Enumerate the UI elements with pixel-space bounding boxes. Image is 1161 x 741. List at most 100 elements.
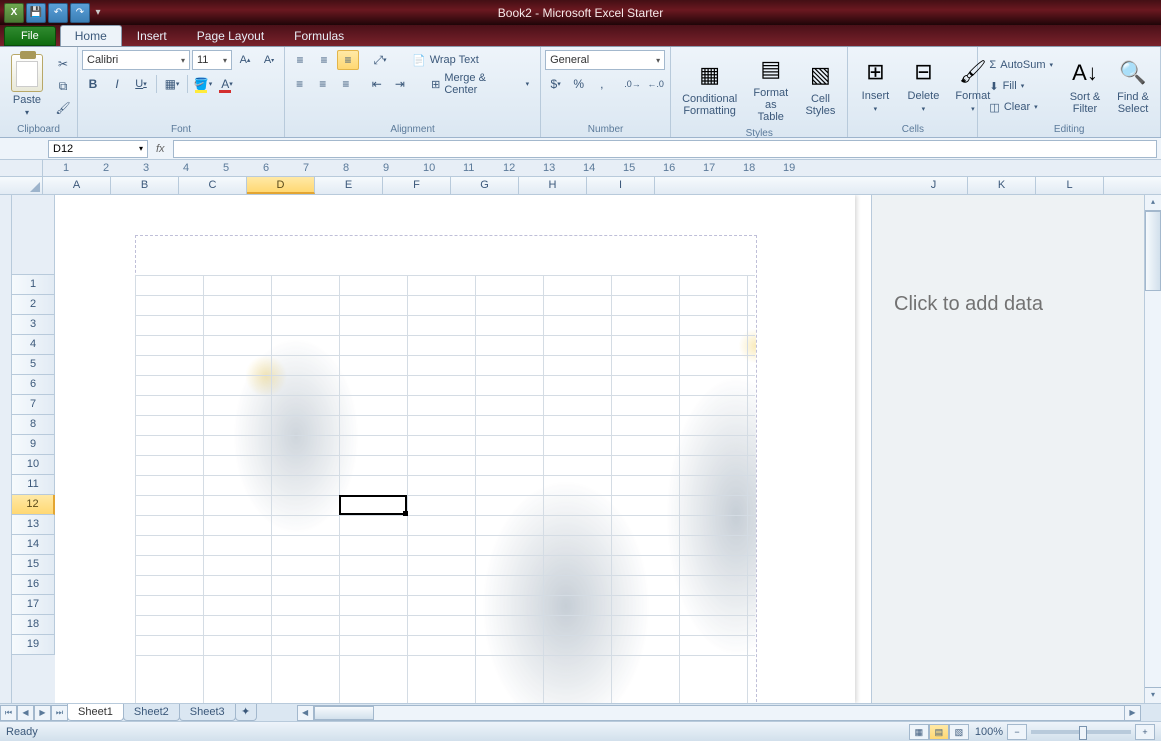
save-icon[interactable]: 💾 <box>26 3 46 23</box>
new-sheet-icon[interactable]: ✦ <box>235 704 257 721</box>
grow-font-icon[interactable]: A▴ <box>234 50 256 70</box>
row-header[interactable]: 19 <box>12 635 55 655</box>
font-color-icon[interactable]: A▾ <box>216 74 238 94</box>
add-data-hint[interactable]: Click to add data <box>894 293 1161 316</box>
sheet-canvas[interactable] <box>55 195 871 703</box>
horizontal-scrollbar[interactable]: ◀ ▶ <box>297 705 1141 721</box>
row-header[interactable]: 17 <box>12 595 55 615</box>
zoom-in-icon[interactable]: + <box>1135 724 1155 740</box>
row-header[interactable]: 13 <box>12 515 55 535</box>
row-header[interactable]: 9 <box>12 435 55 455</box>
tab-file[interactable]: File <box>4 26 56 46</box>
scroll-left-icon[interactable]: ◀ <box>298 706 314 720</box>
decrease-decimal-icon[interactable]: ←.0 <box>645 74 666 94</box>
tab-insert[interactable]: Insert <box>122 25 182 46</box>
column-header[interactable]: I <box>587 177 655 194</box>
orientation-icon[interactable]: ⤢▾ <box>369 50 391 70</box>
row-header[interactable]: 7 <box>12 395 55 415</box>
sheet-tab-1[interactable]: Sheet1 <box>67 704 124 721</box>
number-format-combo[interactable]: General▾ <box>545 50 665 70</box>
font-name-combo[interactable]: Calibri▾ <box>82 50 190 70</box>
row-header[interactable]: 16 <box>12 575 55 595</box>
fill-button[interactable]: ⬇Fill▾ <box>982 76 1060 96</box>
tab-nav-first-icon[interactable]: ⏮ <box>0 705 17 721</box>
format-as-table-button[interactable]: ▤Format as Table <box>746 50 795 126</box>
tab-nav-next-icon[interactable]: ▶ <box>34 705 51 721</box>
row-header[interactable]: 18 <box>12 615 55 635</box>
row-header[interactable]: 15 <box>12 555 55 575</box>
italic-button[interactable]: I <box>106 74 128 94</box>
tab-nav-prev-icon[interactable]: ◀ <box>17 705 34 721</box>
align-right-icon[interactable]: ≡ <box>335 74 356 94</box>
undo-icon[interactable]: ↶ <box>48 3 68 23</box>
cut-icon[interactable]: ✂ <box>52 54 74 74</box>
column-header[interactable]: C <box>179 177 247 194</box>
redo-icon[interactable]: ↷ <box>70 3 90 23</box>
increase-indent-icon[interactable]: ⇥ <box>389 74 410 94</box>
bold-button[interactable]: B <box>82 74 104 94</box>
column-header[interactable]: A <box>43 177 111 194</box>
row-header[interactable]: 2 <box>12 295 55 315</box>
row-header[interactable]: 3 <box>12 315 55 335</box>
column-header[interactable]: J <box>900 177 968 194</box>
merge-center-button[interactable]: ⊞Merge & Center▾ <box>424 74 536 94</box>
zoom-slider[interactable] <box>1031 730 1131 734</box>
column-header[interactable]: G <box>451 177 519 194</box>
conditional-formatting-button[interactable]: ▦Conditional Formatting <box>675 50 744 126</box>
insert-cells-button[interactable]: ⊞Insert▾ <box>852 50 898 122</box>
cell-styles-button[interactable]: ▧Cell Styles <box>797 50 843 126</box>
row-header[interactable]: 8 <box>12 415 55 435</box>
zoom-out-icon[interactable]: − <box>1007 724 1027 740</box>
sheet-tab-3[interactable]: Sheet3 <box>179 704 236 721</box>
delete-cells-button[interactable]: ⊟Delete▾ <box>900 50 946 122</box>
excel-icon[interactable]: X <box>4 3 24 23</box>
vertical-scrollbar[interactable]: ▴ ▾ <box>1144 195 1161 703</box>
increase-decimal-icon[interactable]: .0→ <box>622 74 643 94</box>
clear-button[interactable]: ◫Clear▾ <box>982 97 1060 117</box>
column-header[interactable]: H <box>519 177 587 194</box>
hscroll-thumb[interactable] <box>314 706 374 720</box>
align-left-icon[interactable]: ≡ <box>289 74 310 94</box>
row-header[interactable]: 1 <box>12 275 55 295</box>
fx-icon[interactable]: fx <box>156 143 165 155</box>
shrink-font-icon[interactable]: A▾ <box>258 50 280 70</box>
align-center-icon[interactable]: ≡ <box>312 74 333 94</box>
scroll-thumb[interactable] <box>1145 211 1161 291</box>
select-all-button[interactable] <box>0 177 43 194</box>
comma-format-icon[interactable]: , <box>591 74 612 94</box>
name-box[interactable]: D12▾ <box>48 140 148 158</box>
align-bottom-icon[interactable]: ≡ <box>337 50 359 70</box>
row-header[interactable]: 12 <box>12 495 55 515</box>
tab-nav-last-icon[interactable]: ⏭ <box>51 705 68 721</box>
column-header[interactable]: L <box>1036 177 1104 194</box>
fill-color-icon[interactable]: 🪣▾ <box>192 74 214 94</box>
column-header[interactable]: B <box>111 177 179 194</box>
view-normal-icon[interactable]: ▦ <box>909 724 929 740</box>
format-painter-icon[interactable]: 🖌 <box>52 98 74 118</box>
column-header[interactable]: K <box>968 177 1036 194</box>
sheet-tab-2[interactable]: Sheet2 <box>123 704 180 721</box>
column-header[interactable]: E <box>315 177 383 194</box>
font-size-combo[interactable]: 11▾ <box>192 50 232 70</box>
copy-icon[interactable]: ⧉ <box>52 76 74 96</box>
qat-customize-icon[interactable]: ▾ <box>92 3 104 23</box>
find-select-button[interactable]: 🔍Find & Select <box>1110 50 1156 122</box>
row-header[interactable]: 10 <box>12 455 55 475</box>
column-header[interactable]: F <box>383 177 451 194</box>
scroll-down-icon[interactable]: ▾ <box>1145 687 1161 703</box>
percent-format-icon[interactable]: % <box>568 74 589 94</box>
scroll-up-icon[interactable]: ▴ <box>1145 195 1161 211</box>
view-page-layout-icon[interactable]: ▤ <box>929 724 949 740</box>
row-header[interactable]: 11 <box>12 475 55 495</box>
accounting-format-icon[interactable]: $▾ <box>545 74 566 94</box>
scroll-right-icon[interactable]: ▶ <box>1124 706 1140 720</box>
align-top-icon[interactable]: ≡ <box>289 50 311 70</box>
row-header[interactable]: 14 <box>12 535 55 555</box>
align-middle-icon[interactable]: ≡ <box>313 50 335 70</box>
tab-home[interactable]: Home <box>60 25 122 46</box>
formula-input[interactable] <box>173 140 1157 158</box>
decrease-indent-icon[interactable]: ⇤ <box>366 74 387 94</box>
row-header[interactable]: 5 <box>12 355 55 375</box>
selected-cell[interactable] <box>339 495 407 515</box>
underline-button[interactable]: U▾ <box>130 74 152 94</box>
